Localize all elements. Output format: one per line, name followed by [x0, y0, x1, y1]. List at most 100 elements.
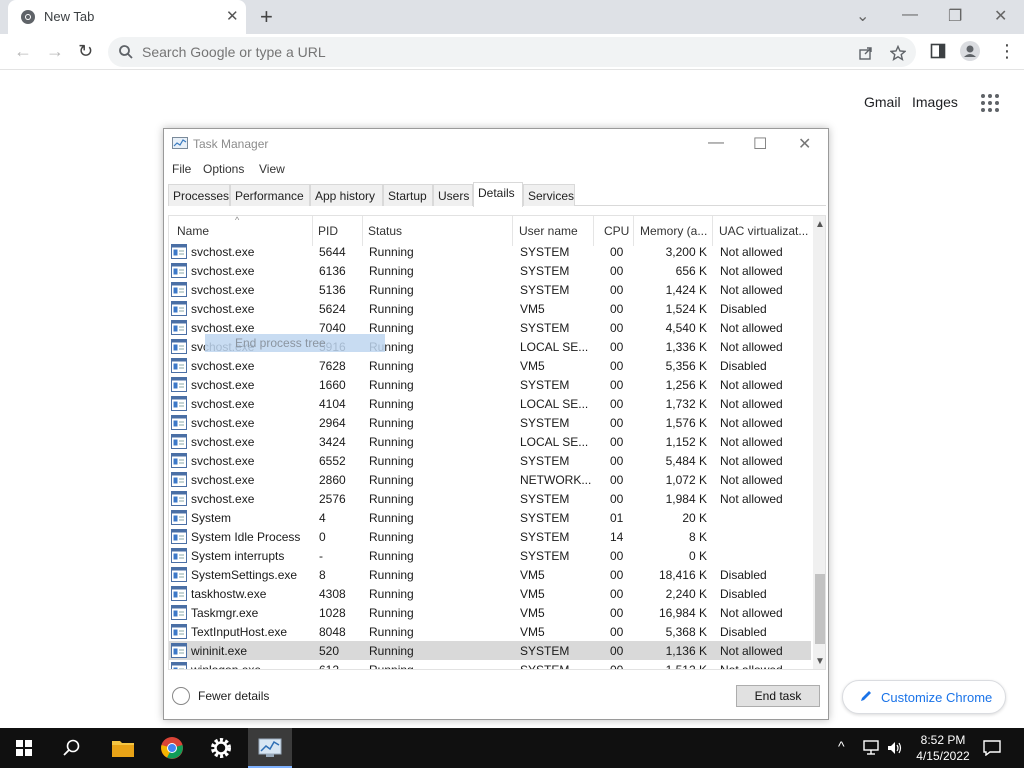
- side-panel-icon[interactable]: [930, 43, 946, 59]
- tab-processes[interactable]: Processes: [168, 184, 230, 206]
- tm-close-icon[interactable]: ✕: [798, 134, 811, 154]
- cell-user: LOCAL SE...: [520, 397, 589, 411]
- end-task-button[interactable]: End task: [736, 685, 820, 707]
- table-row[interactable]: Taskmgr.exe 1028 Running VM5 00 16,984 K Not a…: [169, 603, 811, 622]
- table-row[interactable]: System Idle Process 0 Running SYSTEM 14 8 K: [169, 527, 811, 546]
- omnibox[interactable]: [108, 37, 916, 67]
- table-row[interactable]: SystemSettings.exe 8 Running VM5 00 18,416 K D…: [169, 565, 811, 584]
- new-tab-icon[interactable]: +: [260, 4, 273, 30]
- menu-options[interactable]: Options: [203, 162, 244, 176]
- table-row[interactable]: System 4 Running SYSTEM 01 20 K: [169, 508, 811, 527]
- google-apps-icon[interactable]: [981, 94, 999, 112]
- table-row[interactable]: svchost.exe 1660 Running SYSTEM 00 1,256 K Not…: [169, 375, 811, 394]
- clock-time[interactable]: 8:52 PM: [912, 733, 974, 747]
- tm-minimize-icon[interactable]: —: [708, 134, 724, 152]
- cell-memory: 5,368 K: [665, 625, 707, 639]
- scroll-down-icon[interactable]: ▼: [815, 656, 825, 667]
- table-row[interactable]: svchost.exe 5136 Running SYSTEM 00 1,424 K Not…: [169, 280, 811, 299]
- table-row[interactable]: svchost.exe 7628 Running VM5 00 5,356 K Disabl…: [169, 356, 811, 375]
- table-row[interactable]: TextInputHost.exe 8048 Running VM5 00 5,368 K…: [169, 622, 811, 641]
- col-user-name[interactable]: User name: [519, 224, 591, 238]
- cell-status: Running: [369, 283, 414, 297]
- tab-app-history[interactable]: App history: [310, 184, 383, 206]
- table-row[interactable]: svchost.exe 2576 Running SYSTEM 00 1,984 K Not…: [169, 489, 811, 508]
- menu-file[interactable]: File: [172, 162, 191, 176]
- tab-services[interactable]: Services: [523, 184, 575, 206]
- restore-icon[interactable]: ❐: [948, 6, 962, 26]
- tab-startup[interactable]: Startup: [383, 184, 433, 206]
- cell-pid: 1028: [319, 606, 346, 620]
- close-window-icon[interactable]: ✕: [994, 6, 1007, 26]
- taskbar-search-icon[interactable]: [62, 738, 82, 758]
- col-cpu[interactable]: CPU: [604, 224, 630, 238]
- table-row[interactable]: System interrupts - Running SYSTEM 00 0 K: [169, 546, 811, 565]
- scrollbar-thumb[interactable]: [815, 574, 825, 644]
- col-name[interactable]: Name: [177, 224, 307, 238]
- images-link[interactable]: Images: [912, 94, 958, 110]
- windows-start-icon[interactable]: [16, 740, 32, 756]
- process-icon: [171, 510, 187, 525]
- table-row[interactable]: svchost.exe 6552 Running SYSTEM 00 5,484 K Not…: [169, 451, 811, 470]
- back-icon[interactable]: ←: [14, 41, 32, 62]
- tab-performance[interactable]: Performance: [230, 184, 310, 206]
- tray-chevron-up-icon[interactable]: ^: [838, 738, 845, 754]
- table-row[interactable]: svchost.exe 5624 Running VM5 00 1,524 K Disabl…: [169, 299, 811, 318]
- taskbar-task-manager-active[interactable]: [248, 728, 292, 768]
- settings-gear-icon[interactable]: [209, 736, 233, 760]
- table-row[interactable]: wininit.exe 520 Running SYSTEM 00 1,136 K Not …: [169, 641, 811, 660]
- table-row[interactable]: svchost.exe 3424 Running LOCAL SE... 00 1,152…: [169, 432, 811, 451]
- tab-search-icon[interactable]: ⌄: [856, 6, 869, 26]
- reload-icon[interactable]: ↻: [78, 41, 93, 62]
- tab-new-tab[interactable]: New Tab ✕: [8, 0, 246, 34]
- cell-pid: 8048: [319, 625, 346, 639]
- table-row[interactable]: svchost.exe 6136 Running SYSTEM 00 656 K Not a…: [169, 261, 811, 280]
- table-row[interactable]: svchost.exe 4104 Running LOCAL SE... 00 1,732…: [169, 394, 811, 413]
- search-icon: [119, 45, 133, 59]
- customize-chrome-button[interactable]: Customize Chrome: [842, 680, 1006, 714]
- cell-name: svchost.exe: [191, 397, 255, 411]
- tab-details[interactable]: Details: [473, 182, 523, 207]
- chrome-menu-icon[interactable]: ⋮: [998, 41, 1016, 62]
- chrome-taskbar-icon[interactable]: [160, 736, 184, 760]
- cell-status: Running: [369, 492, 414, 506]
- menu-view[interactable]: View: [259, 162, 285, 176]
- gmail-link[interactable]: Gmail: [864, 94, 901, 110]
- profile-avatar-icon[interactable]: [960, 41, 980, 61]
- share-icon[interactable]: [858, 45, 874, 61]
- omnibox-input[interactable]: [142, 42, 822, 62]
- notifications-icon[interactable]: [983, 740, 1001, 756]
- cell-memory: 4,540 K: [665, 321, 707, 335]
- cell-cpu: 00: [610, 359, 624, 373]
- table-row[interactable]: svchost.exe 2964 Running SYSTEM 00 1,576 K Not…: [169, 413, 811, 432]
- cell-uac: Not allowed: [720, 283, 783, 297]
- tm-maximize-icon[interactable]: ☐: [753, 134, 767, 154]
- table-row[interactable]: taskhostw.exe 4308 Running VM5 00 2,240 K Disa…: [169, 584, 811, 603]
- volume-icon[interactable]: [886, 740, 904, 756]
- cell-status: Running: [369, 378, 414, 392]
- col-uac[interactable]: UAC virtualizat...: [719, 224, 811, 238]
- process-icon: [171, 301, 187, 316]
- tab-users[interactable]: Users: [433, 184, 473, 206]
- table-row[interactable]: winlogon.exe 612 Running SYSTEM 00 1,512 K Not…: [169, 660, 811, 669]
- network-icon[interactable]: [862, 740, 880, 756]
- cell-memory: 1,984 K: [665, 492, 707, 506]
- minimize-icon[interactable]: —: [902, 6, 918, 24]
- tab-close-icon[interactable]: ✕: [226, 7, 239, 25]
- bookmark-star-icon[interactable]: [890, 45, 906, 61]
- cell-pid: 8: [319, 568, 326, 582]
- col-status[interactable]: Status: [368, 224, 508, 238]
- cell-user: SYSTEM: [520, 644, 570, 658]
- clock-date[interactable]: 4/15/2022: [912, 749, 974, 763]
- table-row[interactable]: svchost.exe 2860 Running NETWORK... 00 1,072 …: [169, 470, 811, 489]
- col-memory[interactable]: Memory (a...: [640, 224, 710, 238]
- vertical-scrollbar[interactable]: ▲ ▼: [813, 216, 825, 669]
- forward-icon[interactable]: →: [46, 41, 64, 62]
- cell-memory: 16,984 K: [658, 606, 707, 620]
- cell-status: Running: [369, 454, 414, 468]
- col-pid[interactable]: PID: [318, 224, 358, 238]
- table-row[interactable]: svchost.exe 5644 Running SYSTEM 00 3,200 K Not…: [169, 242, 811, 261]
- task-manager-titlebar[interactable]: Task Manager — ☐ ✕: [164, 129, 828, 159]
- file-explorer-icon[interactable]: [111, 738, 135, 758]
- scroll-up-icon[interactable]: ▲: [815, 219, 825, 230]
- cell-pid: 4104: [319, 397, 346, 411]
